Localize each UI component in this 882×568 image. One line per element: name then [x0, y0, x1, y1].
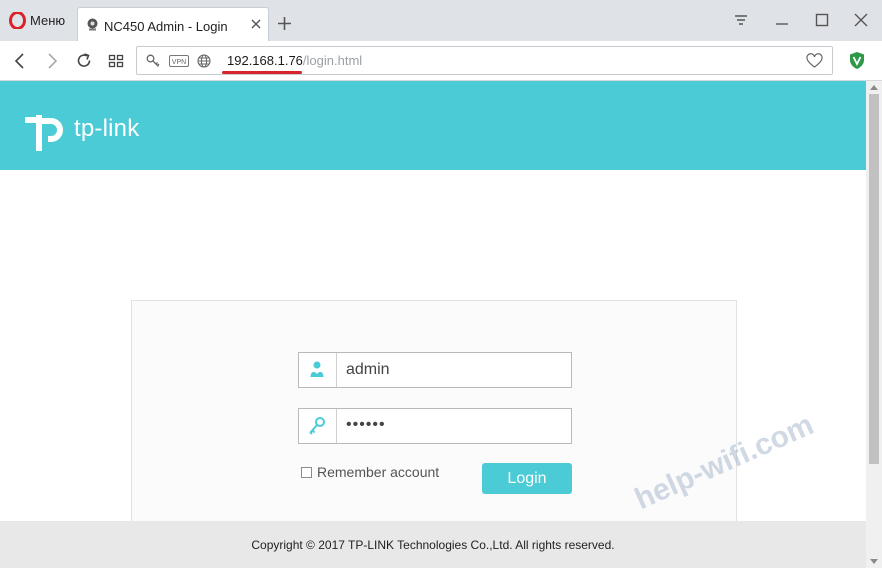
browser-tab-bar: Меню NC450 Admin - Login [0, 0, 882, 41]
username-icon-box [299, 353, 337, 387]
password-icon-box [299, 409, 337, 443]
maximize-window-icon[interactable] [812, 10, 832, 30]
username-value: admin [346, 361, 390, 378]
close-window-icon[interactable] [851, 10, 871, 30]
vpn-badge-label: VPN [172, 59, 186, 66]
opera-menu-label: Меню [30, 13, 66, 28]
minimize-window-icon[interactable] [772, 10, 792, 30]
tab-menu-icon[interactable] [731, 10, 751, 30]
back-arrow-icon[interactable] [10, 51, 30, 71]
new-tab-plus-icon[interactable] [276, 15, 293, 32]
opera-logo-icon [9, 12, 26, 29]
tp-link-logo-icon [25, 115, 63, 151]
globe-icon [197, 54, 211, 68]
url-path: /login.html [302, 53, 363, 68]
username-field[interactable]: admin [298, 352, 572, 388]
vertical-scrollbar[interactable] [866, 81, 882, 568]
speed-dial-grid-icon[interactable] [106, 51, 126, 71]
close-tab-icon[interactable] [248, 16, 264, 32]
camera-favicon-icon [87, 18, 98, 31]
address-bar[interactable]: VPN 192.168.1.76/login.html [136, 46, 833, 75]
opera-menu-button[interactable]: Меню [0, 0, 76, 41]
page-footer: Copyright © 2017 TP-LINK Technologies Co… [0, 521, 866, 568]
brand-wordmark: tp-link [74, 115, 140, 142]
browser-toolbar: VPN 192.168.1.76/login.html [0, 41, 882, 81]
url-highlight-underline [222, 71, 302, 74]
user-icon [310, 361, 324, 377]
tp-link-logo: tp-link [24, 105, 174, 151]
login-button[interactable]: Login [482, 463, 572, 494]
url-host: 192.168.1.76 [227, 53, 303, 68]
copyright-text: Copyright © 2017 TP-LINK Technologies Co… [251, 538, 615, 552]
forward-arrow-icon[interactable] [42, 51, 62, 71]
remember-account-checkbox[interactable] [301, 466, 312, 478]
reload-icon[interactable] [74, 51, 94, 71]
password-value: •••••• [346, 416, 386, 433]
scroll-down-arrow-icon[interactable] [870, 559, 878, 564]
browser-tab-active[interactable]: NC450 Admin - Login [77, 7, 269, 41]
page-viewport: tp-link admin •••••• Remember account Lo… [0, 81, 866, 568]
url-text[interactable]: 192.168.1.76/login.html [227, 53, 362, 68]
remember-account-option[interactable]: Remember account [301, 464, 439, 480]
security-shield-icon[interactable] [849, 51, 865, 70]
page-header: tp-link [0, 81, 866, 170]
scroll-up-arrow-icon[interactable] [870, 85, 878, 90]
vpn-badge-icon[interactable]: VPN [169, 54, 189, 68]
key-icon [309, 417, 325, 435]
tab-title: NC450 Admin - Login [104, 19, 228, 34]
key-site-info-icon[interactable] [146, 54, 160, 68]
remember-account-label: Remember account [317, 464, 440, 480]
scrollbar-thumb[interactable] [869, 94, 879, 464]
password-field[interactable]: •••••• [298, 408, 572, 444]
bookmark-heart-icon[interactable] [806, 53, 823, 69]
